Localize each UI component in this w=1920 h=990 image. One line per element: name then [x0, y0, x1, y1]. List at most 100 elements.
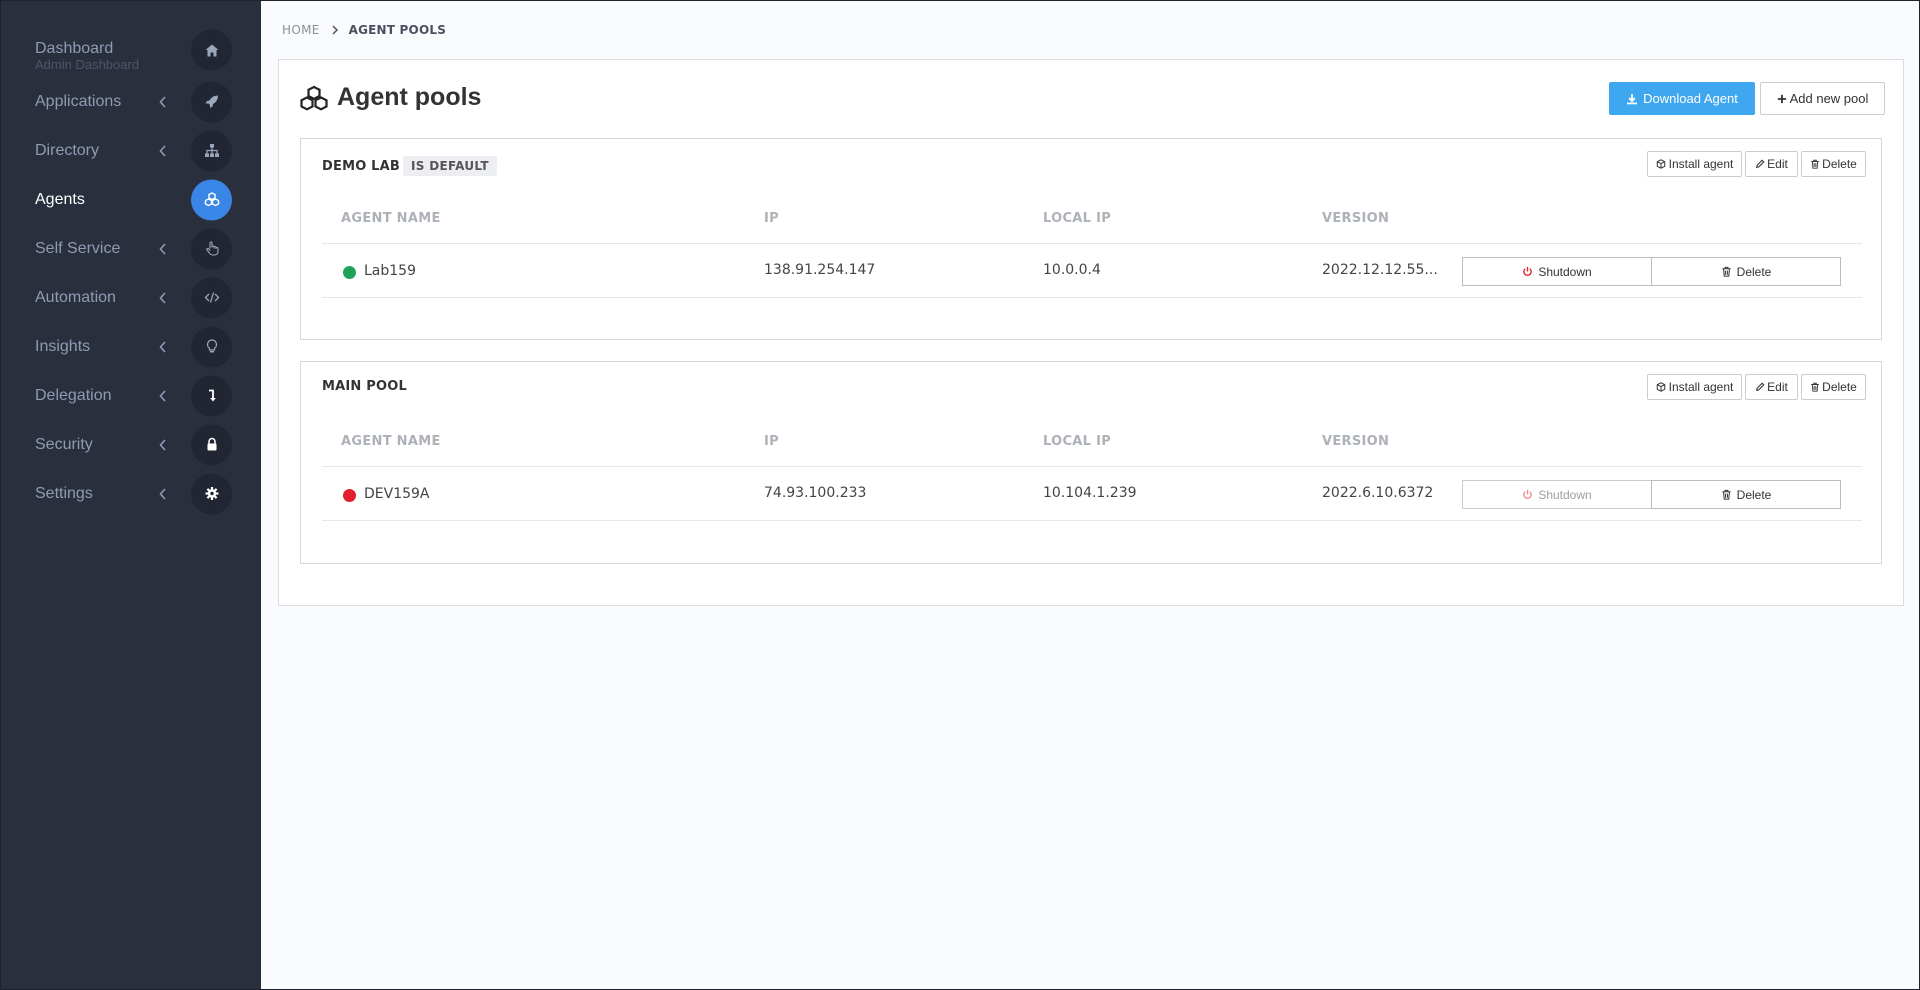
code-icon — [191, 277, 232, 318]
plus-icon — [1777, 94, 1786, 103]
pool-panel-demo-lab: DEMO LAB IS DEFAULT Install agent Edit D… — [300, 138, 1882, 340]
sidebar-item-security[interactable]: Security — [1, 420, 261, 469]
install-agent-label: Install agent — [1668, 157, 1734, 171]
column-header-ip: IP — [764, 434, 779, 449]
sidebar-item-self-service[interactable]: Self Service — [1, 224, 261, 273]
pool-name: MAIN POOL — [322, 379, 407, 394]
sidebar-item-directory[interactable]: Directory — [1, 126, 261, 175]
agent-name: DEV159A — [364, 486, 430, 502]
column-header-version: VERSION — [1322, 211, 1390, 226]
agent-version: 2022.6.10.6372 — [1322, 485, 1434, 501]
level-down-icon — [191, 375, 232, 416]
breadcrumb-current: AGENT POOLS — [348, 23, 447, 37]
table-divider — [322, 297, 1862, 298]
sidebar-item-sublabel: Admin Dashboard — [35, 57, 140, 72]
agent-ip: 74.93.100.233 — [764, 485, 867, 501]
breadcrumb: HOME AGENT POOLS — [282, 23, 446, 37]
download-icon — [1627, 93, 1638, 104]
shutdown-button[interactable]: Shutdown — [1462, 480, 1652, 509]
sidebar-item-applications[interactable]: Applications — [1, 77, 261, 126]
agent-ip: 138.91.254.147 — [764, 262, 876, 278]
column-header-version: VERSION — [1322, 434, 1390, 449]
install-agent-button[interactable]: Install agent — [1647, 374, 1742, 400]
hand-pointer-icon — [191, 228, 232, 269]
agent-local-ip: 10.104.1.239 — [1043, 485, 1137, 501]
pool-name: DEMO LAB IS DEFAULT — [322, 156, 497, 176]
status-offline-dot — [343, 489, 356, 502]
edit-pool-label: Edit — [1767, 157, 1788, 171]
sidebar-item-delegation[interactable]: Delegation — [1, 371, 261, 420]
shutdown-button[interactable]: Shutdown — [1462, 257, 1652, 286]
add-new-pool-button[interactable]: Add new pool — [1760, 82, 1885, 115]
sitemap-icon — [191, 130, 232, 171]
chevron-left-icon — [159, 389, 166, 402]
trash-icon — [1811, 159, 1819, 169]
power-icon — [1523, 266, 1533, 276]
agents-icon — [300, 85, 328, 111]
agent-name: Lab159 — [364, 263, 416, 279]
column-header-local-ip: LOCAL IP — [1043, 434, 1112, 449]
agent-pools-card: Agent pools Download Agent Add new pool … — [278, 59, 1904, 606]
chevron-right-icon — [332, 25, 338, 35]
power-icon — [1523, 489, 1533, 499]
delete-pool-button[interactable]: Delete — [1801, 151, 1866, 177]
agent-version: 2022.12.12.55... — [1322, 262, 1438, 278]
app-window: Dashboard Admin Dashboard Applications D… — [0, 0, 1920, 990]
pool-panel-main-pool: MAIN POOL Install agent Edit Delete AGEN… — [300, 361, 1882, 564]
sidebar-item-agents[interactable]: Agents — [1, 175, 261, 224]
delete-pool-label: Delete — [1822, 380, 1857, 394]
install-agent-label: Install agent — [1668, 380, 1734, 394]
table-divider — [322, 466, 1862, 467]
trash-icon — [1722, 266, 1731, 277]
sidebar-item-automation[interactable]: Automation — [1, 273, 261, 322]
delete-agent-button[interactable]: Delete — [1651, 257, 1841, 286]
delete-agent-button[interactable]: Delete — [1651, 480, 1841, 509]
home-icon — [191, 29, 232, 71]
edit-pool-button[interactable]: Edit — [1745, 374, 1798, 400]
download-agent-button[interactable]: Download Agent — [1609, 82, 1755, 115]
pool-name-text: DEMO LAB — [322, 158, 401, 174]
sidebar-item-dashboard[interactable]: Dashboard Admin Dashboard — [1, 23, 261, 77]
page-title: Agent pools — [299, 83, 481, 112]
delete-agent-label: Delete — [1736, 264, 1772, 279]
page-title-text: Agent pools — [337, 83, 482, 111]
delete-pool-button[interactable]: Delete — [1801, 374, 1866, 400]
sidebar-item-insights[interactable]: Insights — [1, 322, 261, 371]
trash-icon — [1811, 382, 1819, 392]
lightbulb-icon — [191, 326, 232, 367]
chevron-left-icon — [159, 242, 166, 255]
edit-pool-label: Edit — [1767, 380, 1788, 394]
chevron-left-icon — [159, 340, 166, 353]
rocket-icon — [191, 81, 232, 122]
chevron-left-icon — [159, 144, 166, 157]
main-content: HOME AGENT POOLS Agent pools Download Ag… — [261, 1, 1919, 989]
table-divider — [322, 520, 1862, 521]
chevron-left-icon — [159, 95, 166, 108]
column-header-local-ip: LOCAL IP — [1043, 211, 1112, 226]
gear-icon — [191, 473, 232, 514]
delete-pool-label: Delete — [1822, 157, 1857, 171]
install-agent-button[interactable]: Install agent — [1647, 151, 1742, 177]
cube-icon — [1656, 159, 1665, 169]
agents-icon — [191, 179, 232, 220]
default-badge: IS DEFAULT — [403, 156, 497, 176]
status-online-dot — [343, 266, 356, 279]
shutdown-label: Shutdown — [1538, 487, 1592, 502]
column-header-agent-name: AGENT NAME — [341, 211, 441, 226]
chevron-left-icon — [159, 438, 166, 451]
table-divider — [322, 243, 1862, 244]
column-header-agent-name: AGENT NAME — [341, 434, 441, 449]
edit-pool-button[interactable]: Edit — [1745, 151, 1798, 177]
sidebar: Dashboard Admin Dashboard Applications D… — [1, 1, 261, 989]
pencil-icon — [1756, 159, 1765, 169]
lock-icon — [191, 424, 232, 465]
download-agent-label: Download Agent — [1643, 91, 1738, 106]
sidebar-item-settings[interactable]: Settings — [1, 469, 261, 518]
trash-icon — [1722, 489, 1731, 500]
chevron-left-icon — [159, 487, 166, 500]
delete-agent-label: Delete — [1736, 487, 1772, 502]
breadcrumb-home-link[interactable]: HOME — [282, 23, 320, 37]
column-header-ip: IP — [764, 211, 779, 226]
chevron-left-icon — [159, 291, 166, 304]
add-new-pool-label: Add new pool — [1789, 91, 1869, 106]
